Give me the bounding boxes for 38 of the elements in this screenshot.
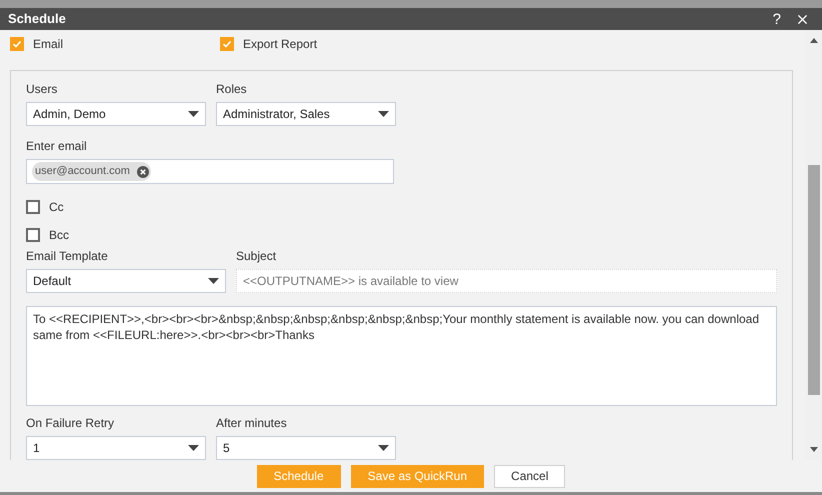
field-label: Users bbox=[26, 82, 58, 96]
help-button[interactable]: ? bbox=[772, 12, 781, 26]
caret-icon bbox=[378, 111, 389, 117]
field-label: Enter email bbox=[26, 139, 88, 153]
checkmark-icon bbox=[222, 39, 232, 49]
caret-icon bbox=[188, 111, 199, 117]
field-label: Roles bbox=[216, 82, 248, 96]
checkmark-icon bbox=[12, 39, 22, 49]
scroll-up-icon[interactable] bbox=[810, 38, 818, 43]
email-chip: user@account.com bbox=[32, 162, 151, 181]
checkbox-label: Bcc bbox=[49, 227, 70, 244]
scrollbar-thumb[interactable] bbox=[808, 165, 820, 395]
checkbox[interactable] bbox=[26, 200, 40, 214]
scroll-down-icon[interactable] bbox=[810, 447, 818, 452]
field-label: Subject bbox=[236, 249, 278, 263]
checkbox-label: Export Report bbox=[243, 36, 318, 53]
checkbox[interactable] bbox=[10, 37, 24, 51]
dropdown[interactable]: 5 bbox=[216, 436, 396, 460]
dropdown[interactable]: Default bbox=[26, 269, 226, 293]
field-label: After minutes bbox=[216, 416, 288, 430]
email-input-field[interactable]: user@account.com bbox=[26, 159, 394, 184]
caret-icon bbox=[188, 445, 199, 451]
checkbox[interactable] bbox=[220, 37, 234, 51]
field-label: Email Template bbox=[26, 249, 109, 263]
caret-icon bbox=[378, 445, 389, 451]
message-body-field[interactable]: To <<RECIPIENT>>,<br><br><br>&nbsp;&nbsp;&nbsp;&nbsp;&nbsp;&nbsp;Your monthly statement is available now. you can download same from <<FILEURL:here>>.<br><br><br>Thanks bbox=[26, 306, 777, 406]
checkbox[interactable] bbox=[26, 228, 40, 242]
dialog-button[interactable]: Cancel bbox=[494, 464, 566, 488]
field-label: On Failure Retry bbox=[26, 416, 116, 430]
subject-input-field[interactable]: <<OUTPUTNAME>> is available to view bbox=[236, 269, 777, 293]
checkbox-label: Email bbox=[33, 36, 64, 53]
window-title: Schedule bbox=[8, 10, 66, 28]
dropdown[interactable]: Administrator, Sales bbox=[216, 102, 396, 126]
checkbox-label: Cc bbox=[49, 199, 64, 216]
caret-icon bbox=[208, 278, 219, 284]
dropdown[interactable]: Admin, Demo bbox=[26, 102, 206, 126]
dropdown[interactable]: 1 bbox=[26, 436, 206, 460]
remove-icon[interactable] bbox=[136, 166, 149, 178]
